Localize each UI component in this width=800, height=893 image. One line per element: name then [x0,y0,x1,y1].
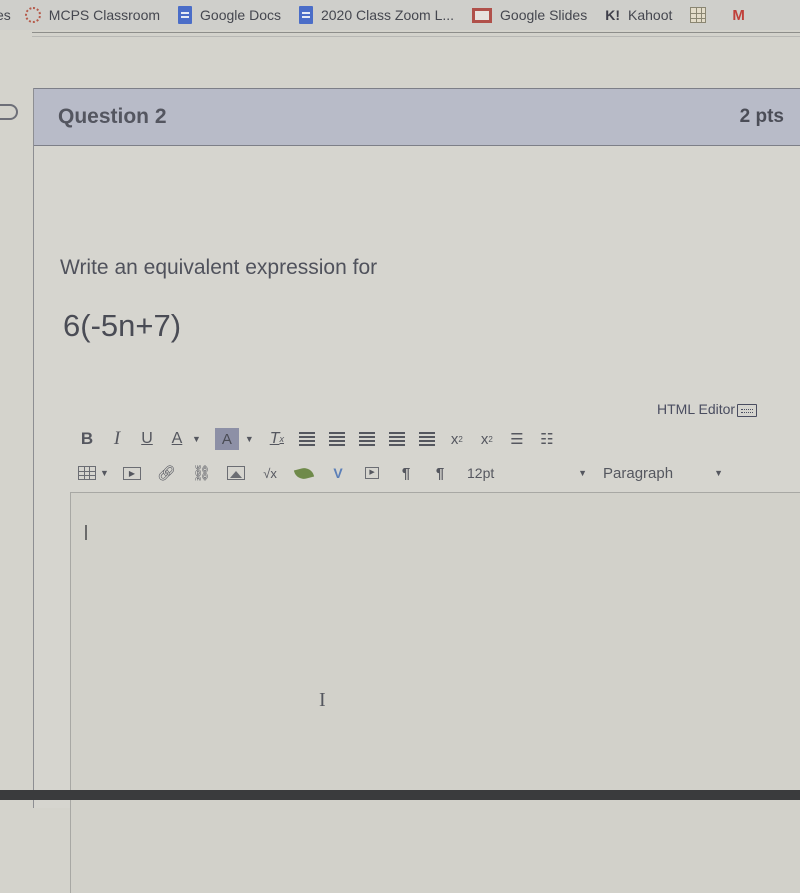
align-right-button[interactable] [358,428,376,450]
question-expression: 6(-5n+7) [63,308,182,343]
answer-editor[interactable]: I [70,492,800,893]
leaf-icon [293,465,315,481]
block-format-select[interactable]: Paragraph ▼ [603,465,723,482]
link-icon: 🔗︎ [156,465,176,482]
font-size-select[interactable]: 12pt ▼ [467,465,587,481]
unlink-icon: ⛓ [191,465,212,482]
align-right-icon [358,432,375,446]
screen-bezel [0,790,800,800]
question-prompt: Write an equivalent expression for [60,256,378,279]
divider [32,32,800,37]
ltr-button[interactable]: ¶ [397,462,415,484]
flag-question-icon[interactable] [0,104,18,120]
kahoot-icon: K! [605,7,620,23]
table-button[interactable] [78,462,96,484]
chevron-down-icon: ▼ [578,468,588,478]
image-icon [227,466,246,480]
editor-toolbar-row1: B I U A ▼ A ▼ Tx x2 x2 ☰ ☷ [78,428,568,450]
numbered-list-icon: ☷ [540,431,554,448]
align-left-icon [298,432,315,446]
bookmark-google-docs[interactable]: Google Docs [178,6,281,24]
background-color-dropdown-icon[interactable]: ▼ [245,434,254,444]
superscript-button[interactable]: x2 [448,428,466,450]
gmail-icon: M [732,6,745,24]
table-dropdown-icon[interactable]: ▼ [100,468,109,478]
sqrt-icon: √x [263,465,277,481]
rtl-icon: ¶ [435,464,445,482]
google-docs-icon [298,6,313,24]
media-icon: ▶ [122,466,141,480]
subscript-button[interactable]: x2 [478,428,496,450]
bookmark-mcps-classroom[interactable]: MCPS Classroom [24,7,160,23]
apps-button[interactable] [293,462,315,484]
keyboard-icon [737,404,758,417]
align-center-icon [328,432,345,446]
question-panel: Question 2 2 pts Write an equivalent exp… [33,88,800,893]
table-icon [78,466,96,480]
clear-formatting-button[interactable]: Tx [268,428,286,450]
numbered-list-button[interactable]: ☷ [538,428,556,450]
question-title: Question 2 [58,105,167,128]
image-button[interactable] [227,462,246,484]
bookmark-truncated[interactable]: es [0,7,11,23]
bullet-list-icon: ☰ [510,431,524,448]
question-points: 2 pts [739,106,784,127]
font-color-button[interactable]: A [168,428,186,450]
bookmark-kahoot[interactable]: K! Kahoot [605,7,672,23]
chevron-down-icon: ▼ [714,468,724,478]
text-cursor [85,525,87,540]
grid-icon [690,7,707,23]
bookmark-google-slides[interactable]: Google Slides [472,7,587,23]
align-center-button[interactable] [328,428,346,450]
math-button[interactable]: √x [261,462,279,484]
v-icon: V [333,465,343,481]
underline-button[interactable]: U [138,428,156,450]
bookmark-grid[interactable] [690,7,714,23]
outdent-icon [388,432,405,446]
embed-video-button[interactable]: ▶ [363,462,381,484]
editor-toolbar-row2: ▼ ▶ 🔗︎ ⛓ √x V ▶ ¶ ¶ 12pt ▼ Paragraph ▼ [78,462,723,484]
google-slides-icon [472,7,493,23]
outdent-button[interactable] [388,428,406,450]
font-color-dropdown-icon[interactable]: ▼ [192,434,201,444]
rtl-button[interactable]: ¶ [431,462,449,484]
unlink-button[interactable]: ⛓ [192,462,211,484]
bookmark-gmail[interactable]: M [732,7,753,24]
html-editor-toggle[interactable]: HTML Editor [657,400,758,417]
italic-button[interactable]: I [108,428,126,450]
ltr-icon: ¶ [401,464,411,482]
lti-tool-button[interactable]: V [329,462,347,484]
bullet-list-button[interactable]: ☰ [508,428,526,450]
indent-button[interactable] [418,428,436,450]
mouse-ibeam-cursor: I [319,689,326,711]
indent-icon [418,432,435,446]
background-color-button[interactable]: A [214,428,239,450]
bookmark-class-zoom[interactable]: 2020 Class Zoom L... [298,6,454,24]
bookmarks-bar: es MCPS Classroom Google Docs 2020 Class… [0,0,800,30]
bold-button[interactable]: B [78,428,96,450]
question-header: Question 2 2 pts [34,88,800,146]
link-button[interactable]: 🔗︎ [157,462,176,484]
align-left-button[interactable] [298,428,316,450]
play-icon: ▶ [365,467,380,479]
google-docs-icon [178,6,193,24]
mcps-icon [24,7,41,23]
media-button[interactable]: ▶ [122,462,141,484]
